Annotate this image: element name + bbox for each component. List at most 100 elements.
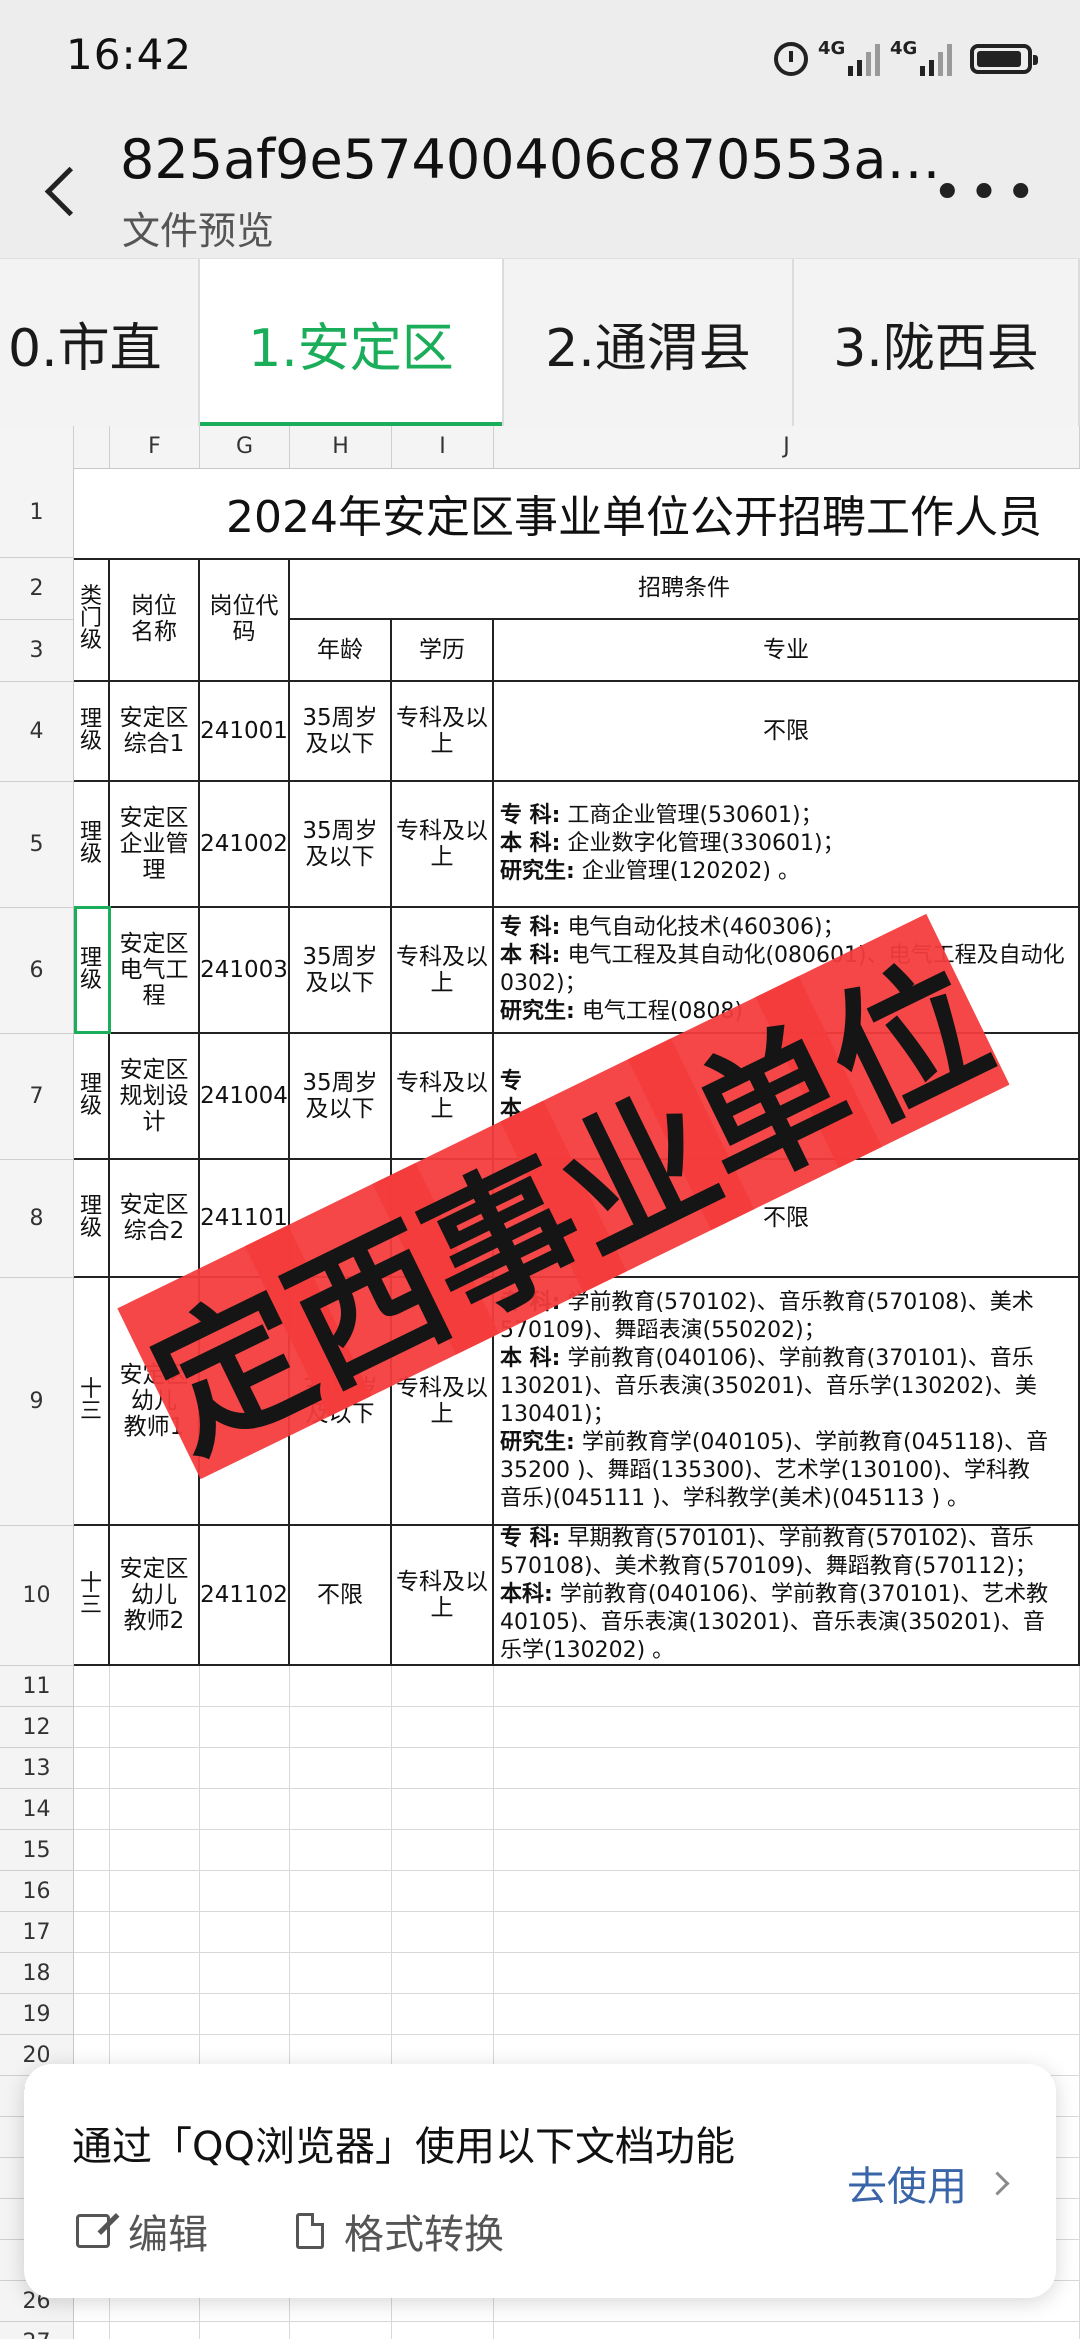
column-header-i[interactable]: I — [392, 426, 494, 468]
empty-cell[interactable] — [200, 1789, 290, 1830]
empty-cell[interactable] — [494, 1912, 1080, 1953]
cell-education[interactable] — [392, 1160, 494, 1278]
row-header[interactable]: 1 — [0, 468, 74, 558]
row-header[interactable]: 17 — [0, 1912, 74, 1953]
row-header[interactable]: 7 — [0, 1034, 74, 1160]
empty-cell[interactable] — [200, 1830, 290, 1871]
column-header-g[interactable]: G — [200, 426, 290, 468]
cell-major[interactable]: 专 科: 早期教育(570101)、学前教育(570102)、音乐 570108… — [494, 1526, 1080, 1666]
cell-post-code[interactable]: 241102 — [200, 1526, 290, 1666]
row-header[interactable]: 6 — [0, 908, 74, 1034]
empty-cell[interactable] — [290, 1707, 392, 1748]
empty-cell[interactable] — [74, 1994, 110, 2035]
cell-education[interactable]: 专科及以 上 — [392, 908, 494, 1034]
cell-education[interactable]: 专科及以 上 — [392, 1278, 494, 1526]
cell-post-code[interactable]: 241003 — [200, 908, 290, 1034]
cell-age[interactable]: 不限 — [290, 1526, 392, 1666]
cell-major[interactable]: 不限 — [494, 682, 1080, 782]
spreadsheet-grid[interactable]: F G H I J 2024年安定区事业单位公开招聘工作人员 123类 门 级岗… — [0, 426, 1080, 2339]
edit-button[interactable]: 编辑 — [76, 2202, 208, 2260]
more-menu-icon[interactable]: ••• — [932, 167, 1042, 219]
empty-cell[interactable] — [110, 1789, 200, 1830]
cell-post-name[interactable]: 安定区 综合2 — [110, 1160, 200, 1278]
empty-cell[interactable] — [290, 1871, 392, 1912]
tab-anding[interactable]: 1.安定区 — [200, 259, 504, 428]
empty-cell[interactable] — [200, 2322, 290, 2339]
empty-cell[interactable] — [200, 1666, 290, 1707]
empty-cell[interactable] — [110, 1707, 200, 1748]
cell-major[interactable]: 专 科: 工商企业管理(530601)；本 科: 企业数字化管理(330601)… — [494, 782, 1080, 908]
empty-cell[interactable] — [110, 1748, 200, 1789]
header-post-code[interactable]: 岗位代 码 — [200, 558, 290, 682]
column-header-e[interactable] — [74, 426, 110, 468]
empty-cell[interactable] — [290, 2322, 392, 2339]
header-age[interactable]: 年龄 — [290, 620, 392, 682]
cell-post-code[interactable]: 241002 — [200, 782, 290, 908]
row-header[interactable]: 9 — [0, 1278, 74, 1526]
empty-cell[interactable] — [290, 1912, 392, 1953]
row-header[interactable]: 15 — [0, 1830, 74, 1871]
sheet-title[interactable]: 2024年安定区事业单位公开招聘工作人员 — [74, 468, 1080, 560]
empty-cell[interactable] — [290, 1994, 392, 2035]
empty-cell[interactable] — [74, 1953, 110, 1994]
cell-major[interactable]: 不限 — [494, 1160, 1080, 1278]
tab-tongwei[interactable]: 2.通渭县 — [504, 259, 794, 427]
row-header[interactable]: 5 — [0, 782, 74, 908]
empty-cell[interactable] — [494, 1871, 1080, 1912]
row-header[interactable]: 3 — [0, 620, 74, 682]
empty-cell[interactable] — [74, 1707, 110, 1748]
cell-major[interactable]: 专 本 — [494, 1034, 1080, 1160]
empty-cell[interactable] — [392, 1830, 494, 1871]
empty-cell[interactable] — [392, 2322, 494, 2339]
cell-post-name[interactable]: 安定区 电气工 程 — [110, 908, 200, 1034]
cell-education[interactable]: 专科及以 上 — [392, 682, 494, 782]
empty-cell[interactable] — [290, 1789, 392, 1830]
empty-cell[interactable] — [74, 1830, 110, 1871]
empty-cell[interactable] — [74, 2322, 110, 2339]
empty-cell[interactable] — [74, 1748, 110, 1789]
empty-cell[interactable] — [110, 1871, 200, 1912]
empty-cell[interactable] — [200, 1748, 290, 1789]
row-header[interactable]: 12 — [0, 1707, 74, 1748]
header-post-name[interactable]: 岗位 名称 — [110, 558, 200, 682]
empty-cell[interactable] — [290, 1666, 392, 1707]
go-use-button[interactable]: 去使用 — [847, 2154, 1010, 2212]
empty-cell[interactable] — [290, 1830, 392, 1871]
empty-cell[interactable] — [110, 1830, 200, 1871]
empty-cell[interactable] — [110, 2322, 200, 2339]
empty-cell[interactable] — [290, 1953, 392, 1994]
empty-cell[interactable] — [200, 1994, 290, 2035]
cell-age[interactable]: 35周岁 及以下 — [290, 908, 392, 1034]
empty-cell[interactable] — [110, 1953, 200, 1994]
cell-post-code[interactable] — [200, 1278, 290, 1526]
empty-cell[interactable] — [74, 1871, 110, 1912]
empty-cell[interactable] — [200, 1871, 290, 1912]
cell-post-code[interactable]: 241004 — [200, 1034, 290, 1160]
empty-cell[interactable] — [290, 1748, 392, 1789]
corner-cell[interactable] — [0, 426, 74, 468]
column-header-j[interactable]: J — [494, 426, 1080, 468]
empty-cell[interactable] — [392, 1707, 494, 1748]
header-conditions[interactable]: 招聘条件 — [290, 558, 1080, 620]
row-header[interactable]: 19 — [0, 1994, 74, 2035]
row-header[interactable]: 27 — [0, 2322, 74, 2339]
row-header[interactable]: 16 — [0, 1871, 74, 1912]
row-header[interactable]: 14 — [0, 1789, 74, 1830]
format-convert-button[interactable]: 格式转换 — [296, 2202, 504, 2260]
cell-major[interactable]: 专 科: 电气自动化技术(460306)；本 科: 电气工程及其自动化(0806… — [494, 908, 1080, 1034]
empty-cell[interactable] — [494, 2322, 1080, 2339]
row-header[interactable]: 18 — [0, 1953, 74, 1994]
empty-cell[interactable] — [494, 1830, 1080, 1871]
cell-post-name[interactable]: 安定区 企业管 理 — [110, 782, 200, 908]
row-header[interactable]: 2 — [0, 558, 74, 620]
cell-major[interactable]: 专 科: 学前教育(570102)、音乐教育(570108)、美术 570109… — [494, 1278, 1080, 1526]
cell-partial[interactable]: 理 级 — [74, 682, 110, 782]
empty-cell[interactable] — [74, 1666, 110, 1707]
column-header-f[interactable]: F — [110, 426, 200, 468]
empty-cell[interactable] — [392, 1953, 494, 1994]
empty-cell[interactable] — [200, 1912, 290, 1953]
row-header[interactable]: 13 — [0, 1748, 74, 1789]
cell-post-code[interactable]: 241001 — [200, 682, 290, 782]
cell-post-name[interactable]: 安定区 幼儿 教师1 — [110, 1278, 200, 1526]
empty-cell[interactable] — [200, 1707, 290, 1748]
